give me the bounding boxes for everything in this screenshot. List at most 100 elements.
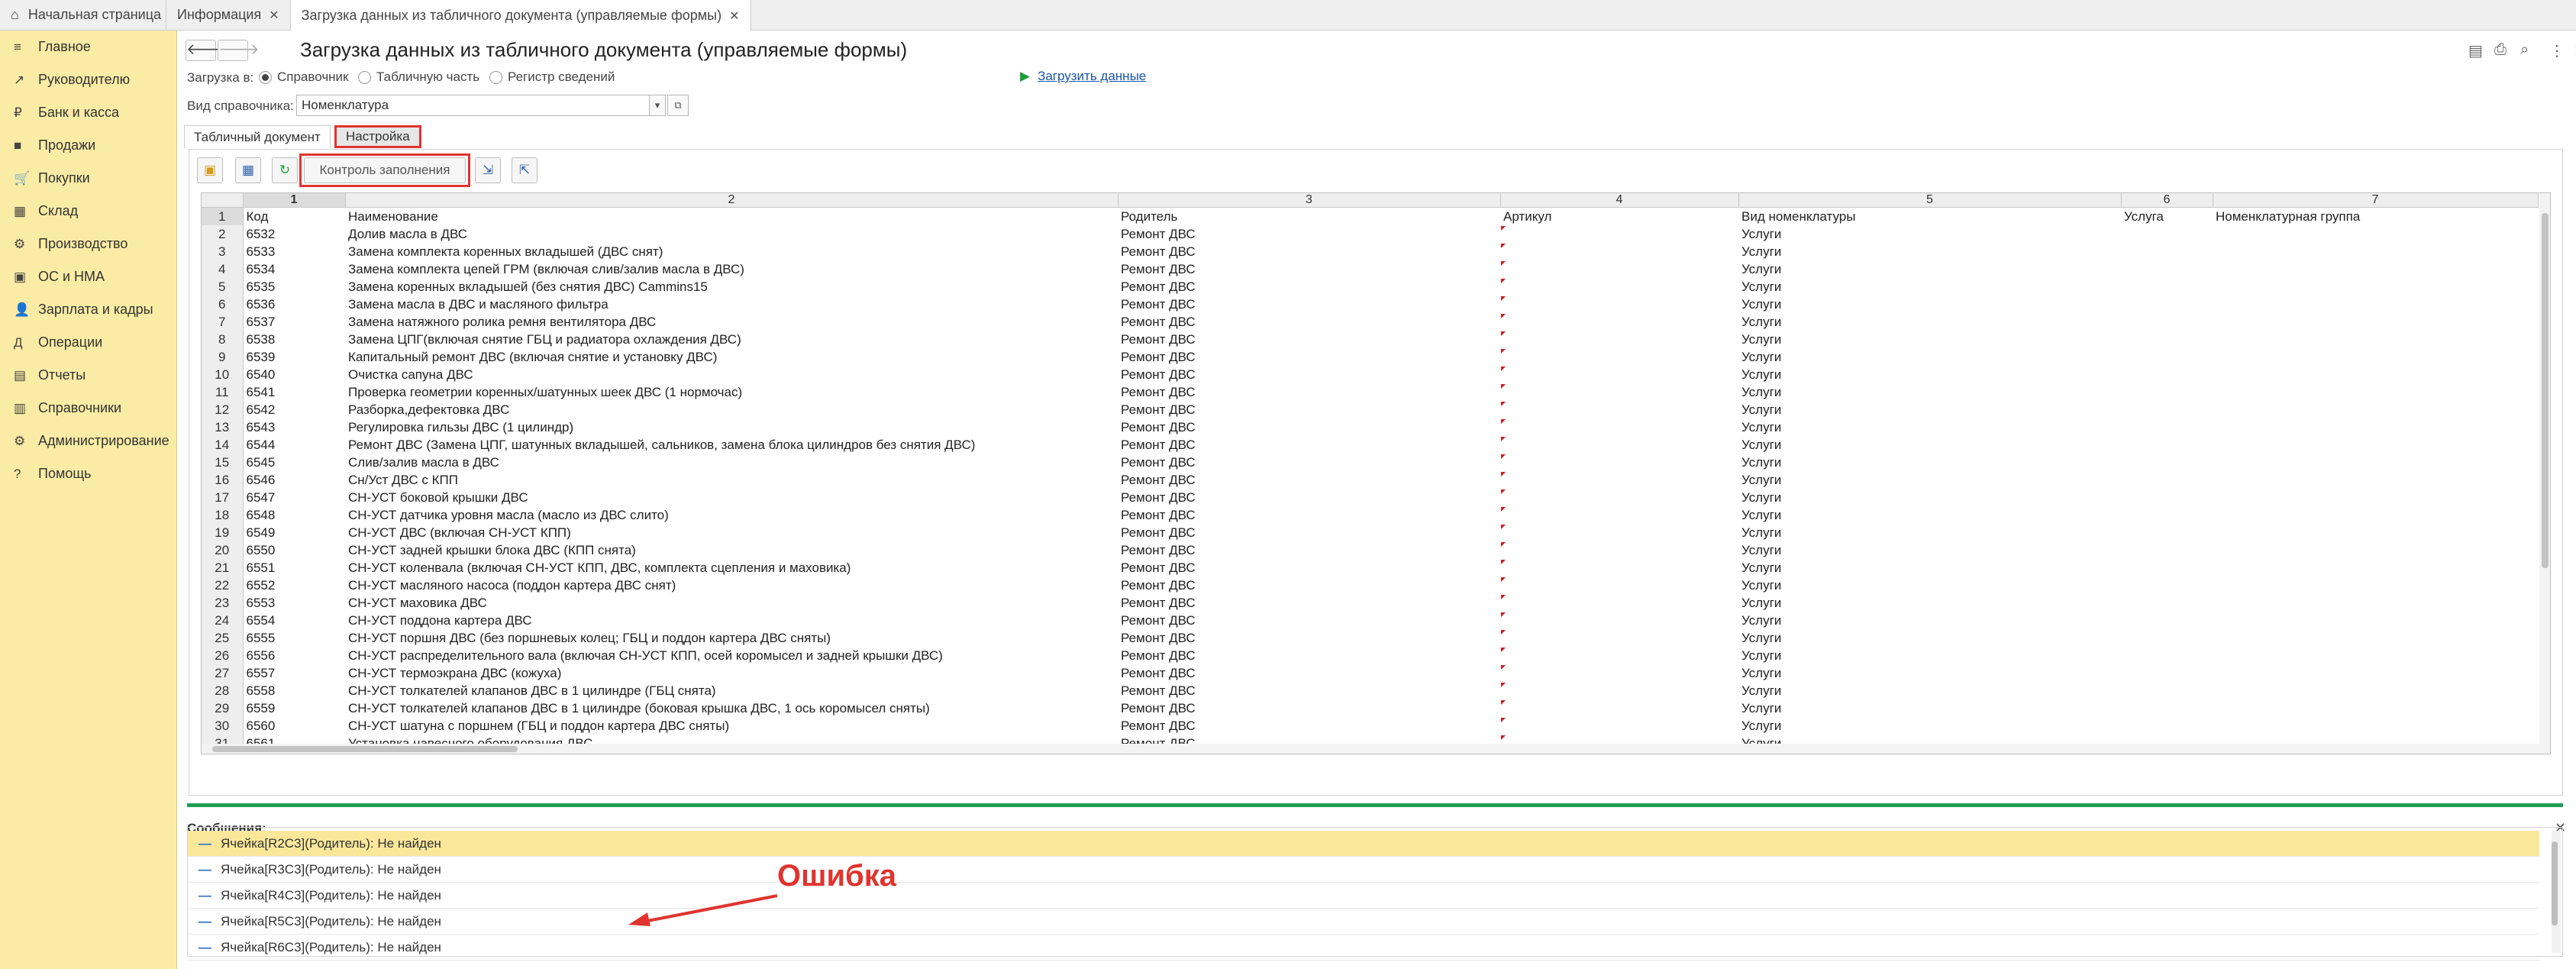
nomenclature-group-cell[interactable] [2213, 647, 2538, 664]
article-cell[interactable] [1500, 418, 1738, 436]
code-cell[interactable]: 6535 [243, 278, 345, 296]
radio-info-register[interactable]: Регистр сведений [489, 69, 615, 85]
article-cell[interactable] [1500, 699, 1738, 717]
name-cell[interactable]: СН-УСТ боковой крышки ДВС [345, 489, 1118, 506]
row-number-cell[interactable]: 13 [202, 418, 244, 436]
nomenclature-group-cell[interactable] [2213, 471, 2538, 489]
sidebar-item[interactable]: ▤ Отчеты [0, 359, 176, 392]
nomenclature-type-cell[interactable]: Услуги [1738, 454, 2121, 471]
nomenclature-type-cell[interactable]: Услуги [1738, 418, 2121, 436]
nomenclature-type-cell[interactable]: Услуги [1738, 629, 2121, 647]
row-number-cell[interactable]: 22 [202, 577, 244, 594]
code-cell[interactable]: 6542 [243, 401, 345, 418]
parent-cell[interactable]: Ремонт ДВС [1118, 594, 1500, 612]
parent-cell[interactable]: Ремонт ДВС [1118, 577, 1500, 594]
dropdown-button[interactable]: ▾ [649, 95, 666, 116]
nomenclature-group-cell[interactable] [2213, 366, 2538, 383]
name-cell[interactable]: СН-УСТ масляного насоса (поддон картера … [345, 577, 1118, 594]
article-cell[interactable] [1500, 682, 1738, 699]
article-cell[interactable] [1500, 541, 1738, 559]
article-cell[interactable] [1500, 612, 1738, 629]
service-cell[interactable] [2121, 612, 2213, 629]
name-cell[interactable]: СН-УСТ задней крышки блока ДВС (КПП снят… [345, 541, 1118, 559]
sidebar-item[interactable]: Д Операции [0, 326, 176, 359]
parent-cell[interactable]: Ремонт ДВС [1118, 331, 1500, 348]
nomenclature-group-cell[interactable] [2213, 629, 2538, 647]
parent-cell[interactable]: Ремонт ДВС [1118, 647, 1500, 664]
message-item[interactable]: — Ячейка[R6C3](Родитель): Не найден [188, 935, 2539, 961]
article-cell[interactable] [1500, 594, 1738, 612]
code-cell[interactable]: 6559 [243, 699, 345, 717]
article-cell[interactable] [1500, 436, 1738, 454]
parent-cell[interactable]: Ремонт ДВС [1118, 366, 1500, 383]
header-cell[interactable]: Код [243, 208, 345, 226]
tab-info[interactable]: Информация ✕ [166, 0, 291, 30]
sidebar-item[interactable]: 👤 Зарплата и кадры [0, 293, 176, 326]
export-button[interactable]: ⇱ [512, 157, 537, 183]
nomenclature-group-cell[interactable] [2213, 348, 2538, 366]
sidebar-item[interactable]: ⚙ Администрирование [0, 425, 176, 457]
save-window-icon[interactable]: ▤ [2468, 41, 2483, 60]
row-number-cell[interactable]: 8 [202, 331, 244, 348]
code-cell[interactable]: 6540 [243, 366, 345, 383]
nomenclature-type-cell[interactable]: Услуги [1738, 348, 2121, 366]
article-cell[interactable] [1500, 664, 1738, 682]
parent-cell[interactable]: Ремонт ДВС [1118, 541, 1500, 559]
nomenclature-type-cell[interactable]: Услуги [1738, 524, 2121, 541]
sidebar-item[interactable]: ≡ Главное [0, 31, 176, 63]
article-cell[interactable] [1500, 401, 1738, 418]
row-number-cell[interactable]: 23 [202, 594, 244, 612]
article-cell[interactable] [1500, 471, 1738, 489]
import-button[interactable]: ⇲ [475, 157, 501, 183]
nomenclature-type-cell[interactable]: Услуги [1738, 541, 2121, 559]
parent-cell[interactable]: Ремонт ДВС [1118, 489, 1500, 506]
code-cell[interactable]: 6533 [243, 243, 345, 260]
row-number-cell[interactable]: 24 [202, 612, 244, 629]
code-cell[interactable]: 6536 [243, 296, 345, 313]
sidebar-item[interactable]: ₽ Банк и касса [0, 96, 176, 129]
parent-cell[interactable]: Ремонт ДВС [1118, 278, 1500, 296]
service-cell[interactable] [2121, 594, 2213, 612]
article-cell[interactable] [1500, 506, 1738, 524]
article-cell[interactable] [1500, 629, 1738, 647]
sidebar-item[interactable]: ? Помощь [0, 457, 176, 490]
name-cell[interactable]: СН-УСТ ДВС (включая СН-УСТ КПП) [345, 524, 1118, 541]
tab-settings[interactable]: Настройка [334, 125, 421, 148]
row-number-cell[interactable]: 3 [202, 243, 244, 260]
nomenclature-type-cell[interactable]: Услуги [1738, 647, 2121, 664]
parent-cell[interactable]: Ремонт ДВС [1118, 682, 1500, 699]
service-cell[interactable] [2121, 524, 2213, 541]
service-cell[interactable] [2121, 454, 2213, 471]
code-cell[interactable]: 6543 [243, 418, 345, 436]
nomenclature-group-cell[interactable] [2213, 278, 2538, 296]
code-cell[interactable]: 6553 [243, 594, 345, 612]
service-cell[interactable] [2121, 243, 2213, 260]
name-cell[interactable]: Ремонт ДВС (Замена ЦПГ, шатунных вкладыш… [345, 436, 1118, 454]
nomenclature-type-cell[interactable]: Услуги [1738, 471, 2121, 489]
service-cell[interactable] [2121, 559, 2213, 577]
column-number-cell[interactable]: 3 [1118, 193, 1501, 208]
parent-cell[interactable]: Ремонт ДВС [1118, 699, 1500, 717]
print-icon[interactable]: ⎙ [2494, 41, 2507, 59]
row-number-cell[interactable]: 20 [202, 541, 244, 559]
close-icon[interactable]: ✕ [269, 8, 279, 23]
row-number-cell[interactable]: 6 [202, 296, 244, 313]
code-cell[interactable]: 6547 [243, 489, 345, 506]
parent-cell[interactable]: Ремонт ДВС [1118, 348, 1500, 366]
sidebar-item[interactable]: ■ Продажи [0, 129, 176, 162]
service-cell[interactable] [2121, 366, 2213, 383]
nomenclature-type-cell[interactable]: Услуги [1738, 243, 2121, 260]
service-cell[interactable] [2121, 296, 2213, 313]
row-number-cell[interactable]: 7 [202, 313, 244, 331]
article-cell[interactable] [1500, 489, 1738, 506]
nomenclature-type-cell[interactable]: Услуги [1738, 594, 2121, 612]
name-cell[interactable]: Замена натяжного ролика ремня вентилятор… [345, 313, 1118, 331]
article-cell[interactable] [1500, 383, 1738, 401]
nomenclature-type-cell[interactable]: Услуги [1738, 260, 2121, 278]
service-cell[interactable] [2121, 260, 2213, 278]
code-cell[interactable]: 6548 [243, 506, 345, 524]
parent-cell[interactable]: Ремонт ДВС [1118, 506, 1500, 524]
header-cell[interactable]: Наименование [345, 208, 1118, 226]
parent-cell[interactable]: Ремонт ДВС [1118, 717, 1500, 735]
service-cell[interactable] [2121, 348, 2213, 366]
